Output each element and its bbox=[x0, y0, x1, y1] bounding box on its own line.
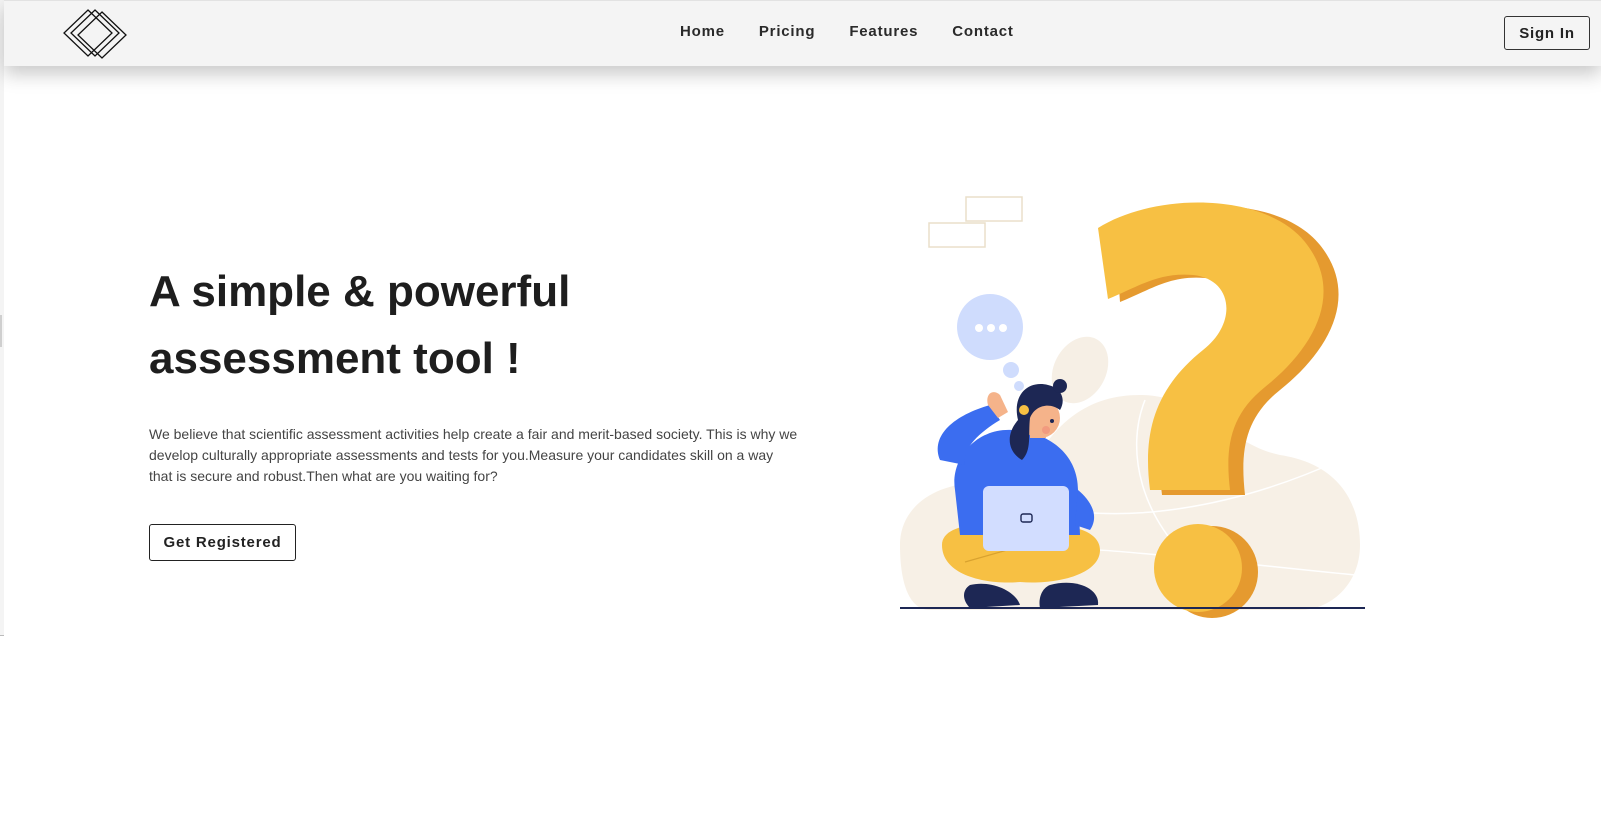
logo-icon[interactable] bbox=[62, 7, 132, 61]
hero-illustration bbox=[900, 190, 1400, 630]
divider bbox=[0, 635, 4, 636]
main-nav: Home Pricing Features Contact bbox=[680, 23, 1048, 40]
nav-link-contact[interactable]: Contact bbox=[952, 23, 1013, 40]
scroll-indicator bbox=[0, 315, 2, 347]
nav-link-pricing[interactable]: Pricing bbox=[759, 23, 815, 40]
get-registered-button[interactable]: Get Registered bbox=[149, 524, 296, 561]
nav-link-home[interactable]: Home bbox=[680, 23, 725, 40]
hero-title: A simple & powerful assessment tool ! bbox=[149, 258, 799, 392]
navbar: Home Pricing Features Contact Sign In bbox=[4, 0, 1601, 66]
nav-link-features[interactable]: Features bbox=[849, 23, 918, 40]
hero-title-line-2: assessment tool ! bbox=[149, 334, 521, 383]
signin-button[interactable]: Sign In bbox=[1504, 16, 1590, 50]
hero-title-line-1: A simple & powerful bbox=[149, 267, 571, 316]
hero-section: A simple & powerful assessment tool ! We… bbox=[149, 258, 799, 561]
hero-description: We believe that scientific assessment ac… bbox=[149, 426, 798, 484]
